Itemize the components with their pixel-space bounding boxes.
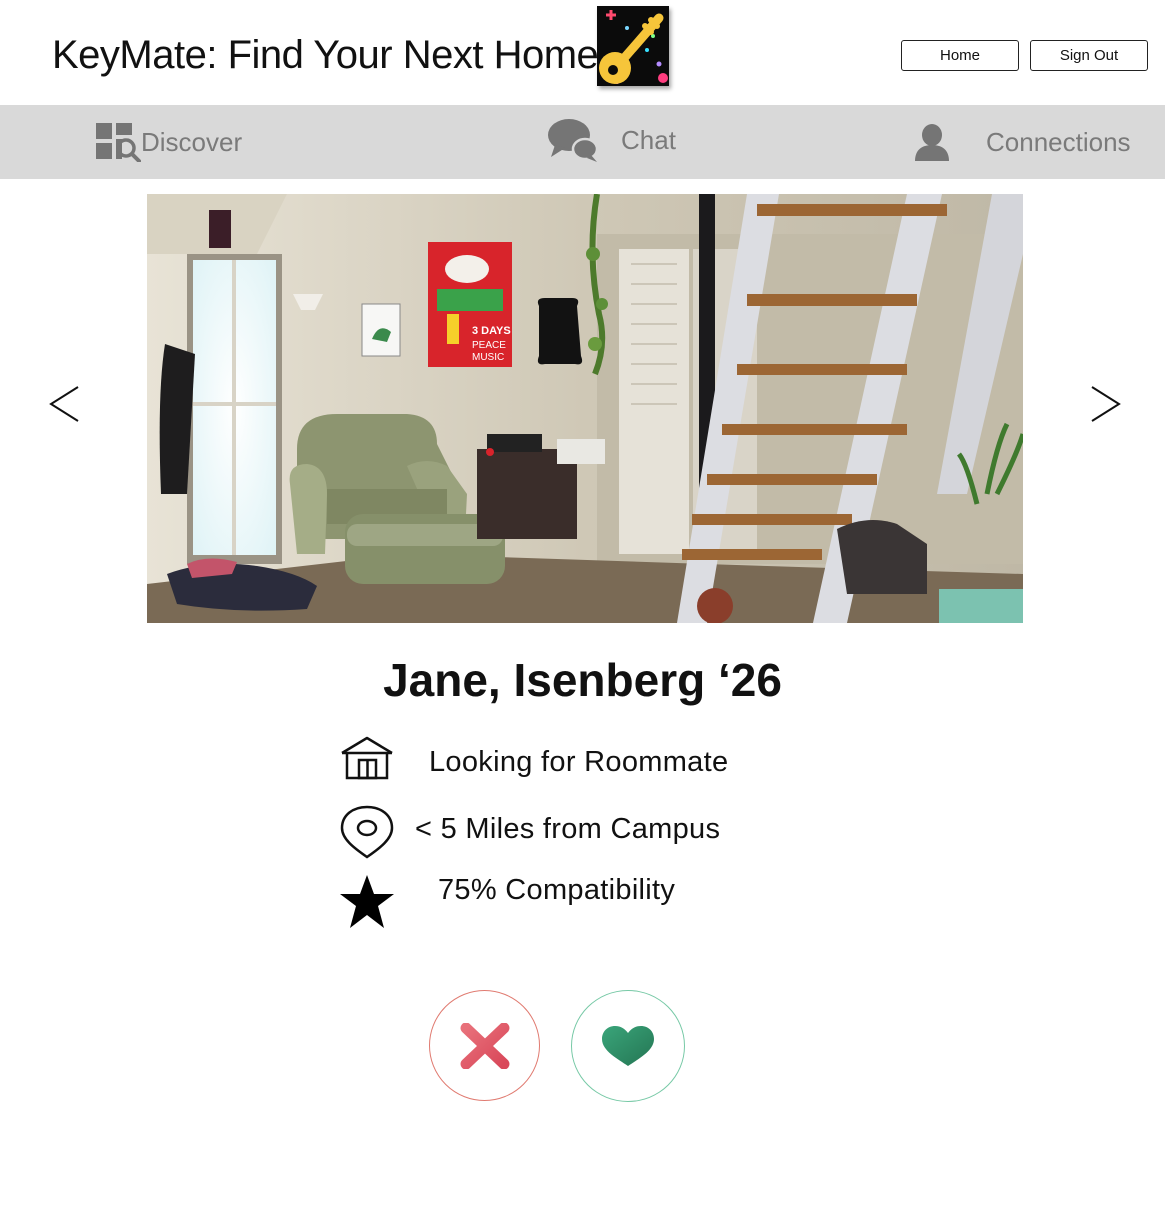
heart-icon [600, 1025, 656, 1067]
housing-status: Looking for Roommate [429, 746, 729, 778]
svg-text:3 DAYS: 3 DAYS [472, 325, 511, 337]
compatibility-score: 75% Compatibility [438, 874, 676, 906]
reject-button[interactable] [429, 990, 540, 1101]
sign-out-button[interactable]: Sign Out [1030, 40, 1148, 71]
house-icon [339, 735, 395, 781]
person-icon [913, 123, 951, 161]
chat-icon [547, 117, 599, 163]
app-title: KeyMate: Find Your Next Home [52, 33, 599, 77]
listing-photo: 3 DAYS PEACE MUSIC [147, 194, 1023, 623]
star-icon [338, 873, 396, 931]
main-nav: Discover Chat Connections [0, 105, 1165, 179]
svg-text:PEACE: PEACE [472, 340, 506, 351]
discover-icon [95, 122, 141, 163]
nav-discover-label: Discover [141, 126, 243, 157]
nav-discover[interactable]: Discover [95, 120, 242, 164]
close-icon [460, 1022, 510, 1069]
svg-text:MUSIC: MUSIC [472, 352, 504, 363]
distance-text: < 5 Miles from Campus [415, 813, 721, 845]
next-photo-arrow[interactable] [1086, 384, 1126, 424]
nav-chat-label: Chat [621, 124, 676, 155]
nav-chat[interactable]: Chat [547, 117, 676, 163]
profile-name: Jane, Isenberg ‘26 [383, 654, 782, 706]
like-button[interactable] [571, 990, 685, 1102]
nav-connections[interactable]: Connections [913, 121, 1131, 163]
app-header: KeyMate: Find Your Next Home Home Sign O… [0, 0, 1165, 105]
home-button[interactable]: Home [901, 40, 1019, 71]
previous-photo-arrow[interactable] [46, 384, 86, 424]
nav-connections-label: Connections [986, 126, 1131, 157]
location-pin-icon [340, 805, 394, 859]
app-logo [597, 6, 669, 86]
